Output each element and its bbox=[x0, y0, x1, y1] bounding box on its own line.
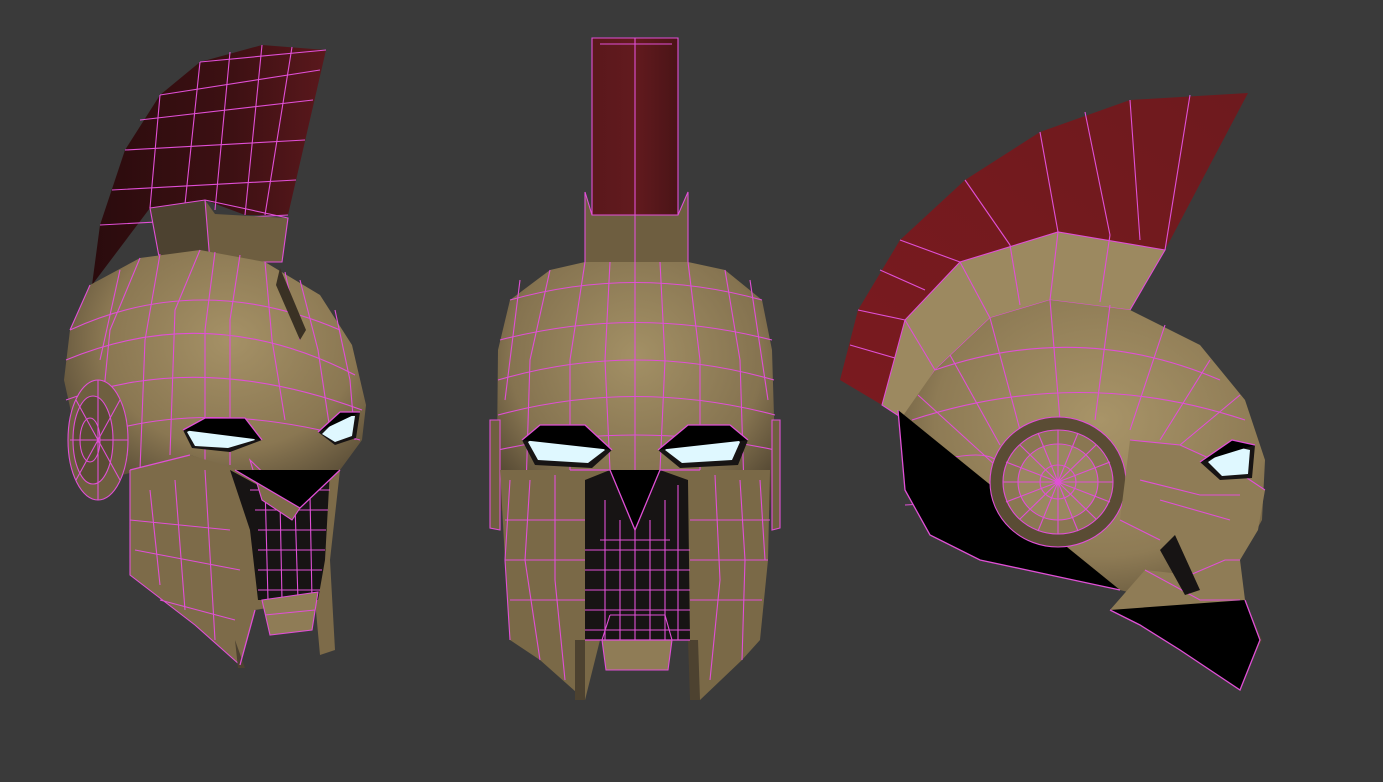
crest-three-quarter bbox=[92, 44, 327, 285]
3d-viewport[interactable] bbox=[0, 0, 1383, 782]
helmet-front-view[interactable] bbox=[489, 37, 781, 700]
face-guard-front bbox=[500, 469, 770, 700]
ear-disc-side bbox=[989, 416, 1127, 548]
viewport-canvas bbox=[64, 37, 1266, 700]
helmet-three-quarter-view[interactable] bbox=[64, 44, 366, 668]
helmet-side-view[interactable] bbox=[840, 93, 1266, 691]
ear-disc-three-quarter bbox=[67, 379, 129, 501]
crest-front bbox=[584, 37, 689, 269]
face-guard-three-quarter bbox=[129, 454, 341, 668]
